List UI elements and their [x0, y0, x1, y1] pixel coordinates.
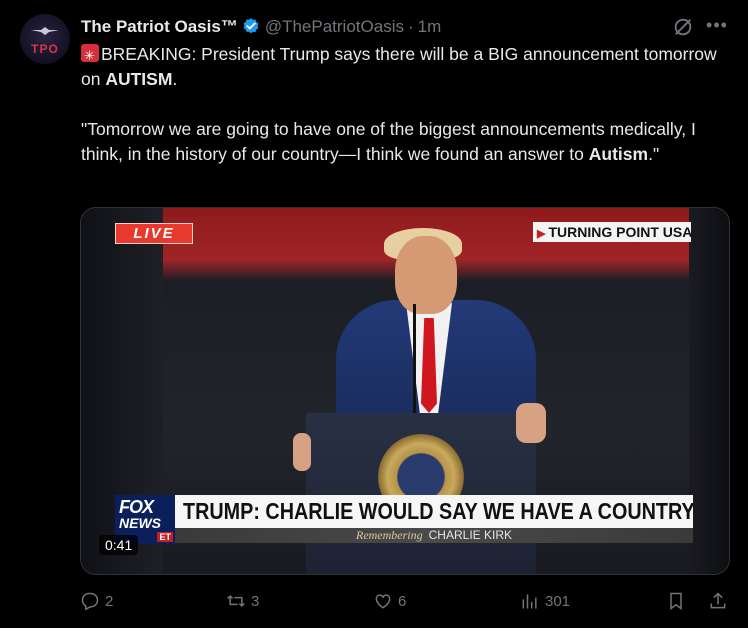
logo-text: NEWS	[119, 515, 161, 531]
live-badge: LIVE	[115, 223, 193, 244]
like-count: 6	[398, 592, 407, 610]
siren-icon	[81, 43, 99, 68]
verified-badge-icon[interactable]	[241, 17, 261, 37]
source-label-text: TURNING POINT USA	[548, 224, 693, 240]
separator-dot: ·	[407, 17, 414, 36]
play-arrow-icon: ▶	[537, 228, 546, 240]
like-button[interactable]: 6	[373, 588, 406, 614]
share-button[interactable]	[708, 588, 728, 614]
microphone	[413, 304, 416, 414]
more-icon[interactable]: •••	[705, 16, 729, 38]
bookmark-button[interactable]	[666, 588, 686, 614]
reply-count: 2	[105, 592, 114, 610]
lower-third: FOX NEWS ET TRUMP: CHARLIE WOULD SAY WE …	[115, 495, 693, 544]
headline-bar: TRUMP: CHARLIE WOULD SAY WE HAVE A COUNT…	[175, 495, 693, 528]
source-label: ▶ TURNING POINT USA	[533, 222, 693, 242]
video-timestamp: 0:41	[99, 535, 139, 555]
tweet-paragraph-2: "Tomorrow we are going to have one of th…	[81, 117, 731, 167]
view-count: 301	[545, 592, 571, 610]
sub-headline-bar: Remembering CHARLIE KIRK	[175, 528, 693, 543]
tweet-paragraph-1: BREAKING: President Trump says there wil…	[81, 42, 731, 92]
speaker-hand	[516, 403, 546, 443]
views-icon	[522, 594, 537, 609]
logo-tag: ET	[157, 532, 173, 542]
avatar-wings-icon	[29, 26, 61, 36]
text-segment: ."	[648, 144, 660, 164]
repost-icon	[227, 594, 245, 608]
reply-button[interactable]: 2	[80, 588, 113, 614]
views-button[interactable]: 301	[520, 588, 570, 614]
reply-icon	[81, 592, 99, 611]
avatar[interactable]: TPO	[20, 14, 70, 64]
repost-count: 3	[251, 592, 260, 610]
tweet-text: BREAKING: President Trump says there wil…	[81, 42, 731, 167]
author-name[interactable]: The Patriot Oasis™	[81, 17, 238, 37]
text-bold-segment: Autism	[588, 144, 649, 164]
stage-pillar	[689, 208, 729, 574]
tweet[interactable]: TPO The Patriot Oasis™ @ThePatriotOasis …	[0, 0, 748, 628]
speaker-hand	[293, 433, 311, 471]
text-bold-segment: AUTISM	[105, 69, 173, 89]
tweet-header: The Patriot Oasis™ @ThePatriotOasis · 1m	[81, 16, 441, 38]
sub-name: CHARLIE KIRK	[428, 528, 512, 542]
speaker-head	[395, 236, 457, 314]
action-bar: 2 3 6 301	[80, 588, 730, 614]
sub-prefix: Remembering	[355, 528, 423, 542]
bookmark-icon	[670, 592, 682, 610]
video-player[interactable]: LIVE ▶ TURNING POINT USA FOX NEWS ET TRUM…	[80, 207, 730, 575]
like-icon	[375, 594, 391, 609]
repost-button[interactable]: 3	[226, 588, 259, 614]
headline-text: TRUMP: CHARLIE WOULD SAY WE HAVE A COUNT…	[183, 498, 693, 524]
share-icon	[710, 592, 726, 609]
avatar-text: TPO	[31, 42, 59, 56]
author-handle[interactable]: @ThePatriotOasis	[265, 17, 404, 37]
text-segment: .	[172, 69, 178, 89]
grok-icon[interactable]	[672, 16, 694, 38]
tweet-time[interactable]: 1m	[418, 17, 442, 37]
